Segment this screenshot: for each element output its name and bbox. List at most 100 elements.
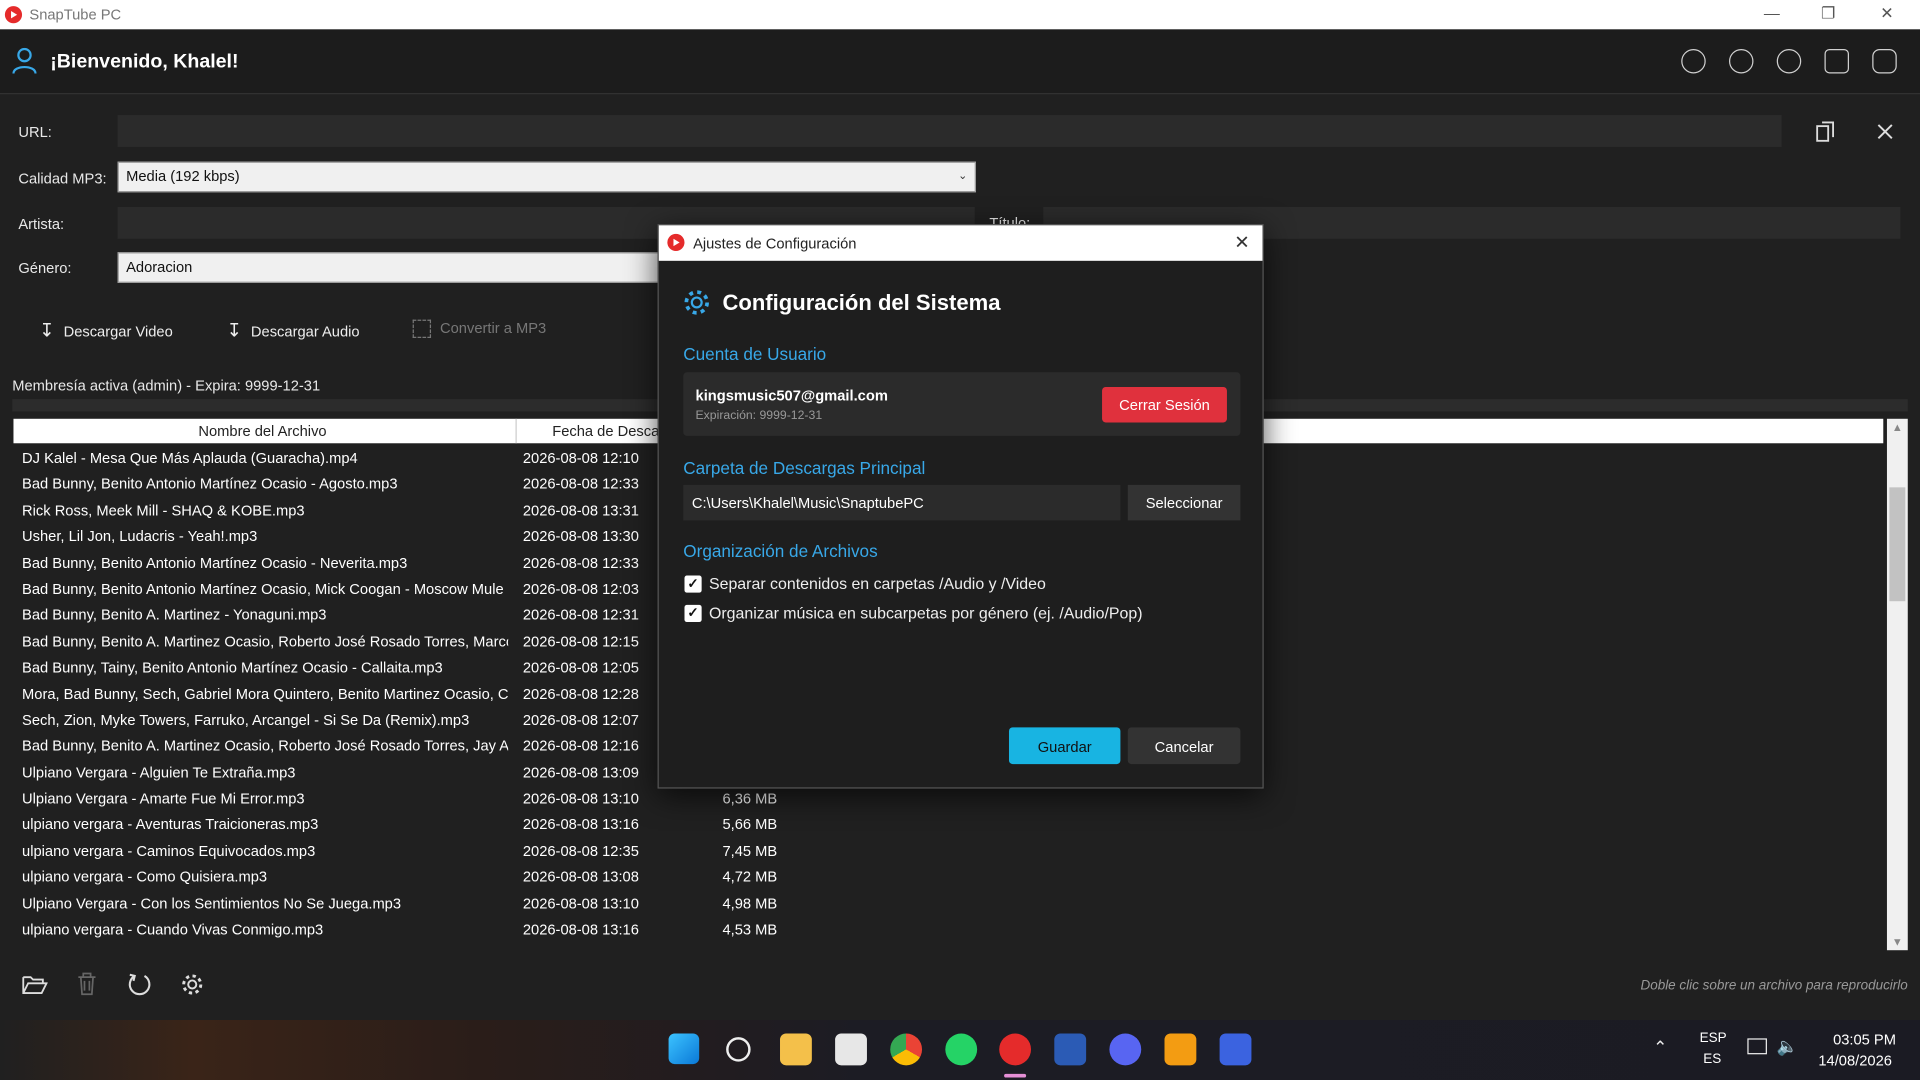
file-name-cell: Ulpiano Vergara - Alguien Te Extraña.mp3 — [22, 763, 296, 781]
file-name-cell: Bad Bunny, Benito Antonio Martínez Ocasi… — [22, 475, 398, 493]
app-header: ¡Bienvenido, Khalel! — [0, 29, 1920, 95]
window-title: SnapTube PC — [29, 6, 122, 24]
table-row[interactable]: ulpiano vergara - Como Quisiera.mp3 2026-… — [13, 864, 1883, 890]
search-icon[interactable] — [726, 1037, 751, 1062]
download-audio-label: Descargar Audio — [250, 323, 360, 341]
gear-icon — [684, 290, 709, 315]
file-date-cell: 2026-08-08 12:33 — [522, 554, 639, 572]
file-name-cell: Bad Bunny, Benito A. Martinez Ocasio, Ro… — [22, 737, 509, 755]
column-header-name[interactable]: Nombre del Archivo — [198, 422, 326, 439]
discord-icon[interactable] — [1109, 1033, 1142, 1066]
dialog-close-button[interactable]: ✕ — [1234, 231, 1249, 254]
clock-time[interactable]: 03:05 PM — [1833, 1031, 1896, 1048]
maximize-button[interactable]: ❐ — [1816, 4, 1840, 24]
file-date-cell: 2026-08-08 13:09 — [522, 763, 639, 781]
file-name-cell: Bad Bunny, Benito Antonio Martínez Ocasi… — [22, 580, 504, 598]
download-video-label: Descargar Video — [63, 323, 173, 341]
language-sub: ES — [1703, 1051, 1722, 1067]
account-email: kingsmusic507@gmail.com — [695, 386, 888, 405]
open-folder-icon[interactable] — [22, 973, 48, 995]
select-folder-button[interactable]: Seleccionar — [1127, 484, 1241, 521]
refresh-icon[interactable] — [127, 972, 151, 996]
table-scrollbar[interactable]: ▲ ▼ — [1886, 418, 1908, 951]
table-row[interactable]: Ulpiano Vergara - Amarte Fue Mi Error.mp… — [13, 785, 1883, 811]
file-explorer-icon[interactable] — [780, 1033, 812, 1066]
organization-section-title: Organización de Archivos — [683, 541, 878, 561]
cancel-button[interactable]: Cancelar — [1127, 727, 1241, 765]
chrome-icon[interactable] — [890, 1033, 923, 1066]
genre-subfolders-checkbox[interactable]: ✓ — [684, 604, 702, 623]
start-icon[interactable] — [668, 1033, 700, 1065]
file-date-cell: 2026-08-08 12:28 — [522, 685, 639, 703]
sublime-icon[interactable] — [1164, 1033, 1197, 1066]
file-date-cell: 2026-08-08 12:10 — [522, 449, 639, 467]
table-row[interactable]: ulpiano vergara - Caminos Equivocados.mp… — [13, 837, 1883, 863]
whatsapp-icon[interactable] — [1728, 48, 1754, 74]
telegram-icon[interactable] — [1681, 48, 1706, 74]
file-date-cell: 2026-08-08 12:15 — [522, 632, 639, 650]
save-button[interactable]: Guardar — [1008, 727, 1121, 765]
clock-date: 14/08/2026 — [1818, 1051, 1892, 1069]
genre-label: Género: — [18, 259, 72, 277]
quality-label: Calidad MP3: — [18, 170, 107, 188]
whatsapp-taskbar-icon[interactable] — [945, 1033, 978, 1066]
paste-icon[interactable] — [1816, 121, 1836, 143]
url-label: URL: — [18, 123, 52, 141]
separate-folders-label: Separar contenidos en carpetas /Audio y … — [708, 574, 1046, 593]
word-icon[interactable] — [1054, 1033, 1087, 1066]
globe-icon[interactable] — [1776, 48, 1802, 74]
file-name-cell: ulpiano vergara - Cuando Vivas Conmigo.m… — [22, 920, 324, 939]
store-icon[interactable] — [835, 1033, 867, 1066]
file-date-cell: 2026-08-08 13:30 — [522, 527, 639, 546]
quality-select[interactable]: Media (192 kbps) ⌄ — [117, 161, 976, 193]
dialog-title-bar: Ajustes de Configuración ✕ — [658, 225, 1263, 261]
url-input[interactable] — [117, 115, 1782, 147]
clear-url-icon[interactable] — [1877, 124, 1893, 140]
table-row[interactable]: Ulpiano Vergara - Con los Sentimientos N… — [13, 890, 1883, 916]
file-date-cell: 2026-08-08 12:05 — [522, 658, 639, 677]
taskbar: ⌃ ESP ES 🔈 03:05 PM 14/08/2026 — [0, 1020, 1920, 1080]
file-name-cell: Sech, Zion, Myke Towers, Farruko, Arcang… — [22, 711, 470, 729]
chevron-up-icon[interactable]: ⌃ — [1653, 1037, 1667, 1058]
convert-icon — [412, 319, 432, 339]
instagram-icon[interactable] — [1872, 48, 1897, 74]
genre-subfolders-label: Organizar música en subcarpetas por géne… — [708, 603, 1143, 623]
folder-path-input[interactable]: C:\Users\Khalel\Music\SnaptubePC — [683, 484, 1121, 521]
table-row[interactable]: ulpiano vergara - Aventuras Traicioneras… — [13, 811, 1883, 837]
settings-gear-icon[interactable] — [180, 972, 204, 996]
file-date-cell: 2026-08-08 13:10 — [522, 894, 639, 912]
language-indicator[interactable]: ESP — [1700, 1031, 1727, 1046]
file-date-cell: 2026-08-08 13:16 — [522, 920, 639, 939]
genre-value: Adoracion — [126, 258, 193, 276]
file-date-cell: 2026-08-08 13:10 — [522, 789, 639, 808]
download-icon: ↧ — [39, 320, 55, 342]
account-card: kingsmusic507@gmail.com Expiración: 9999… — [683, 372, 1241, 436]
roblox-icon[interactable] — [1219, 1033, 1252, 1066]
download-audio-button[interactable]: ↧ Descargar Audio — [227, 320, 360, 342]
file-size-cell: 6,36 MB — [722, 789, 778, 808]
download-video-button[interactable]: ↧ Descargar Video — [39, 320, 173, 342]
convert-mp3-button[interactable]: Convertir a MP3 — [412, 319, 546, 339]
network-icon[interactable] — [1747, 1038, 1767, 1055]
close-window-button[interactable]: ✕ — [1875, 4, 1899, 24]
file-name-cell: Rick Ross, Meek Mill - SHAQ & KOBE.mp3 — [22, 501, 305, 519]
minimize-button[interactable]: — — [1760, 4, 1784, 22]
file-size-cell: 7,45 MB — [722, 842, 778, 860]
dialog-heading: Configuración del Sistema — [722, 290, 1001, 315]
file-name-cell: Ulpiano Vergara - Amarte Fue Mi Error.mp… — [22, 789, 305, 808]
file-date-cell: 2026-08-08 12:33 — [522, 475, 639, 493]
file-name-cell: ulpiano vergara - Aventuras Traicioneras… — [22, 816, 319, 834]
table-row[interactable]: ulpiano vergara - Cuando Vivas Conmigo.m… — [13, 916, 1883, 942]
account-expiration: Expiración: 9999-12-31 — [695, 408, 823, 423]
trash-icon[interactable] — [77, 972, 97, 996]
volume-icon[interactable]: 🔈 — [1777, 1036, 1798, 1057]
chevron-down-icon: ⌄ — [958, 168, 968, 182]
welcome-text: ¡Bienvenido, Khalel! — [50, 51, 239, 73]
snaptube-taskbar-icon[interactable] — [999, 1033, 1032, 1066]
file-name-cell: Bad Bunny, Benito A. Martinez Ocasio, Ro… — [22, 632, 509, 650]
youtube-icon[interactable] — [1824, 48, 1849, 74]
file-date-cell: 2026-08-08 12:07 — [522, 711, 639, 729]
logout-button[interactable]: Cerrar Sesión — [1102, 386, 1227, 423]
separate-folders-checkbox[interactable]: ✓ — [684, 575, 702, 593]
file-name-cell: Mora, Bad Bunny, Sech, Gabriel Mora Quin… — [22, 685, 509, 703]
